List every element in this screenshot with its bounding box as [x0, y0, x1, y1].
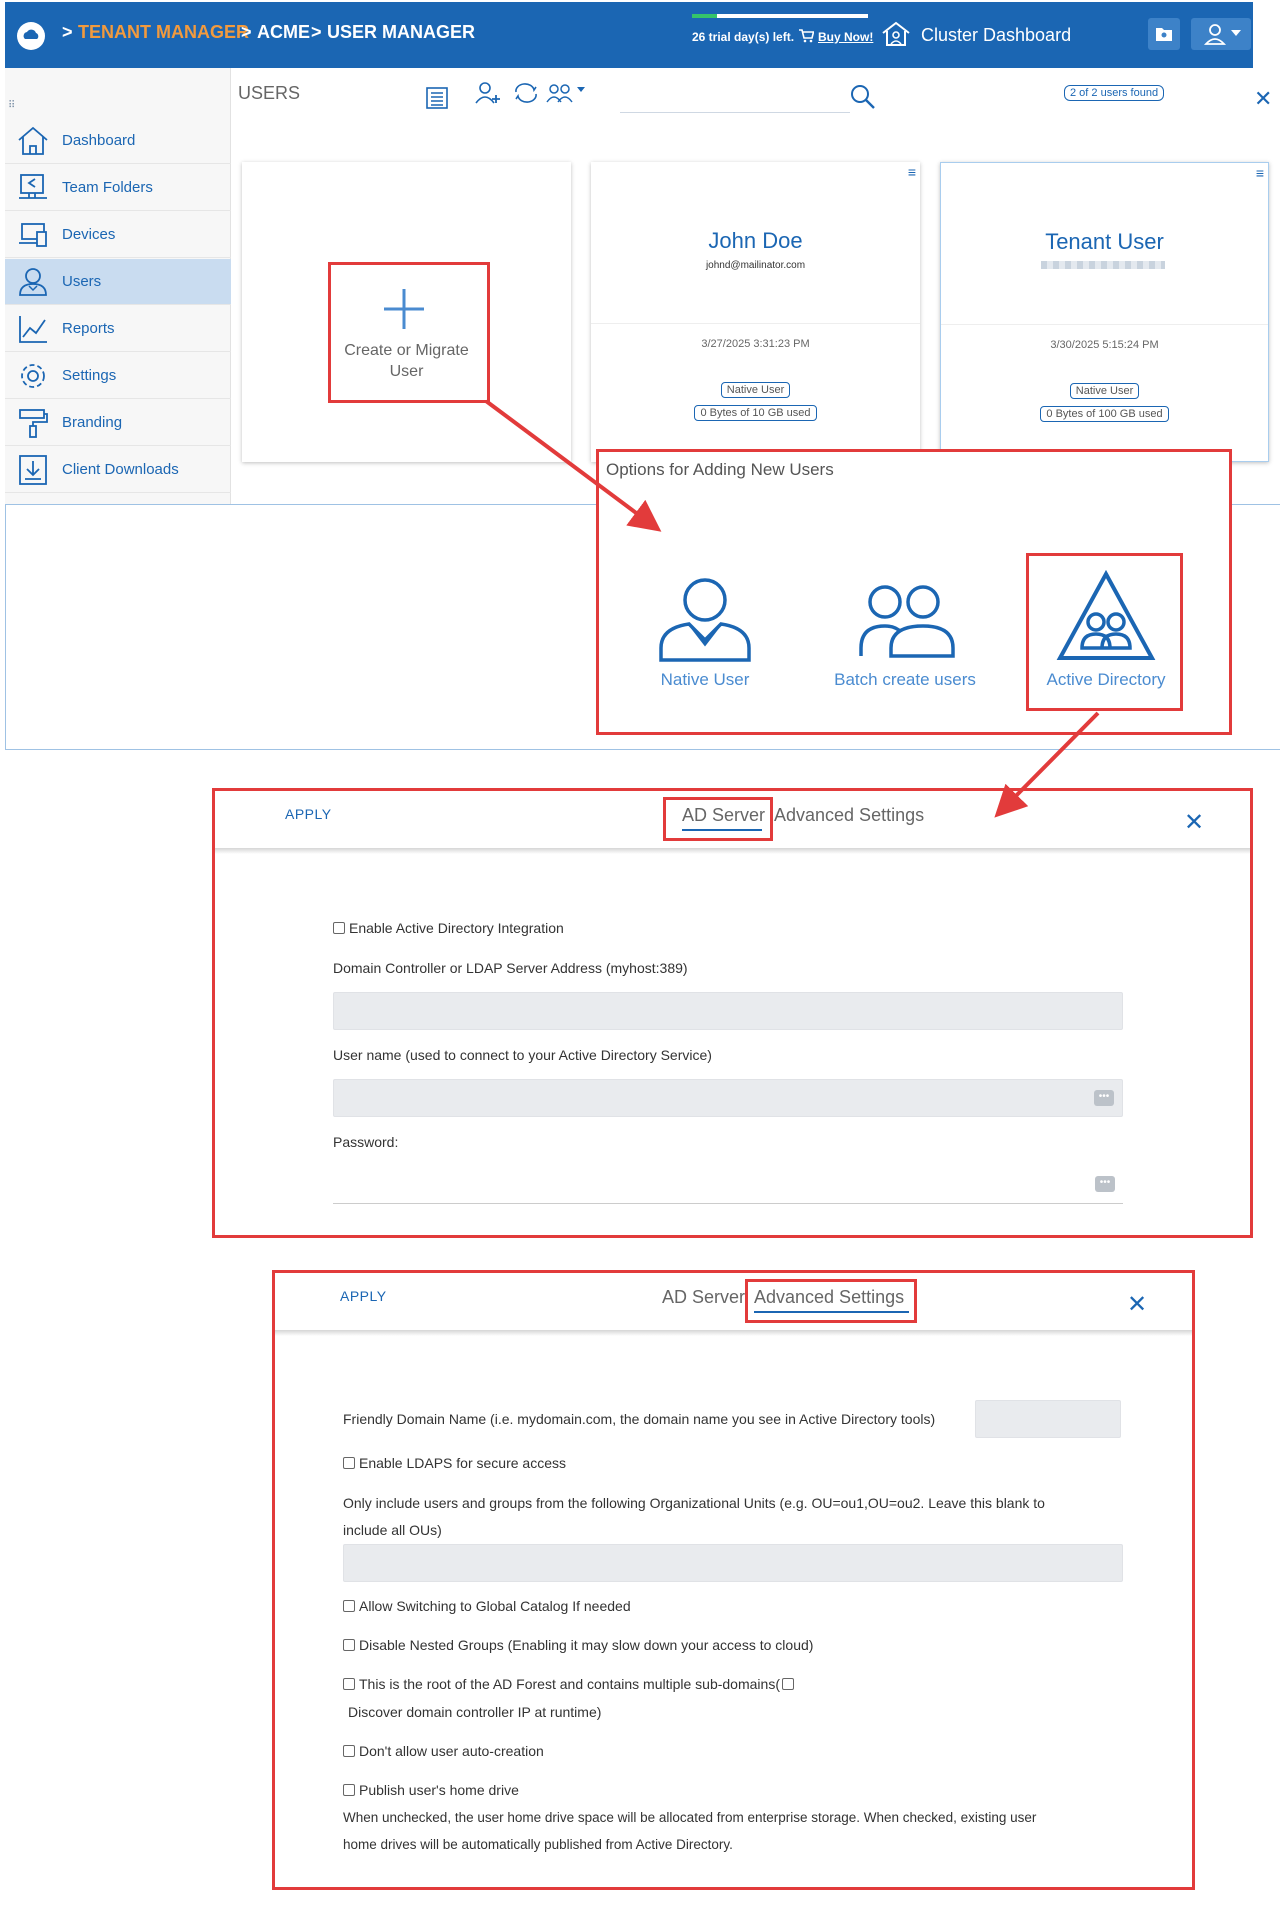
annotation-arrows — [484, 399, 1100, 818]
